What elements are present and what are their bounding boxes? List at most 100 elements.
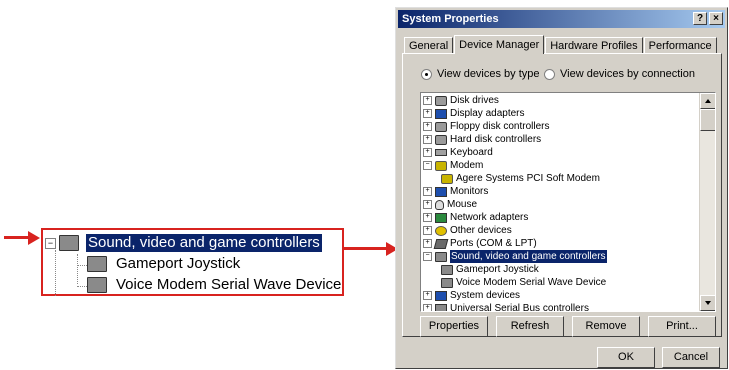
device-tree-item[interactable]: − Modem: [423, 159, 699, 172]
sound-device-icon: [441, 277, 453, 288]
device-tree-item-label: Gameport Joystick: [456, 264, 539, 275]
callout-item-gameport-joystick[interactable]: Gameport Joystick: [87, 255, 242, 273]
device-tree-item[interactable]: + Network adapters: [423, 211, 699, 224]
expand-icon[interactable]: +: [423, 291, 432, 300]
device-tree-item[interactable]: Voice Modem Serial Wave Device: [423, 276, 699, 289]
device-tree-item-label: Disk drives: [450, 95, 499, 106]
device-tree-item-label: System devices: [450, 290, 521, 301]
device-tree-item[interactable]: Agere Systems PCI Soft Modem: [423, 172, 699, 185]
device-tree-item-label: Sound, video and game controllers: [450, 250, 607, 263]
device-tree-item[interactable]: + Floppy disk controllers: [423, 120, 699, 133]
device-tree-item[interactable]: + Monitors: [423, 185, 699, 198]
view-by-type-option[interactable]: View devices by type: [421, 68, 540, 80]
print-button[interactable]: Print...: [648, 316, 716, 337]
collapse-icon[interactable]: −: [45, 237, 56, 249]
zoom-callout: − Sound, video and game controllers Game…: [41, 228, 344, 296]
device-tree-item-label: Mouse: [447, 199, 478, 210]
callout-item-label: Sound, video and game controllers: [85, 233, 323, 253]
network-icon: [435, 212, 447, 223]
view-by-connection-label: View devices by connection: [560, 68, 695, 80]
device-tree-item[interactable]: + Display adapters: [423, 107, 699, 120]
device-tree-item[interactable]: + Ports (COM & LPT): [423, 237, 699, 250]
callout-item-label: Gameport Joystick: [116, 255, 241, 272]
device-tree-item-label: Modem: [450, 160, 484, 171]
expand-icon[interactable]: +: [423, 239, 432, 248]
port-icon: [433, 238, 449, 249]
expand-icon[interactable]: +: [423, 213, 432, 222]
tab-performance[interactable]: Performance: [643, 37, 717, 53]
tab-general[interactable]: General: [404, 37, 454, 53]
device-tree-item[interactable]: + Keyboard: [423, 146, 699, 159]
device-tree-item[interactable]: + System devices: [423, 289, 699, 302]
expand-icon[interactable]: +: [423, 135, 432, 144]
device-tree-item-label: Keyboard: [450, 147, 493, 158]
monitor-icon: [435, 186, 447, 197]
mouse-icon: [435, 199, 444, 210]
vertical-scrollbar[interactable]: [699, 93, 715, 311]
expand-icon[interactable]: +: [423, 187, 432, 196]
device-tree-item-label: Voice Modem Serial Wave Device: [456, 277, 607, 288]
device-tree-item[interactable]: + Other devices: [423, 224, 699, 237]
expand-icon[interactable]: +: [423, 122, 432, 131]
device-tree-item-label: Universal Serial Bus controllers: [450, 303, 589, 312]
device-tree-item[interactable]: Gameport Joystick: [423, 263, 699, 276]
view-by-connection-option[interactable]: View devices by connection: [544, 68, 695, 80]
collapse-icon[interactable]: −: [423, 161, 432, 170]
sound-device-icon: [435, 251, 447, 262]
expand-icon[interactable]: +: [423, 148, 432, 157]
remove-button[interactable]: Remove: [572, 316, 640, 337]
refresh-button[interactable]: Refresh: [496, 316, 564, 337]
expand-icon[interactable]: +: [423, 304, 432, 311]
tab-strip: General Device Manager Hardware Profiles…: [404, 35, 718, 54]
usb-icon: [435, 303, 447, 311]
device-tree-item[interactable]: − Sound, video and game controllers: [423, 250, 699, 263]
properties-button[interactable]: Properties: [420, 316, 488, 337]
expand-icon[interactable]: +: [423, 226, 432, 235]
device-tree-item-label: Hard disk controllers: [450, 134, 542, 145]
device-tree-item[interactable]: + Mouse: [423, 198, 699, 211]
keyboard-icon: [435, 149, 447, 156]
help-button[interactable]: ?: [693, 12, 707, 25]
collapse-icon[interactable]: −: [423, 252, 432, 261]
device-tree-item-label: Ports (COM & LPT): [450, 238, 537, 249]
radio-selected-icon[interactable]: [421, 68, 432, 80]
modem-icon: [435, 160, 447, 171]
ok-button[interactable]: OK: [597, 347, 655, 368]
radio-unselected-icon[interactable]: [544, 68, 555, 80]
monitor-icon: [435, 108, 447, 119]
tab-device-manager[interactable]: Device Manager: [454, 35, 545, 54]
callout-item-label: Voice Modem Serial Wave Device: [116, 276, 342, 293]
question-icon: [435, 225, 447, 236]
scroll-down-button[interactable]: [700, 295, 715, 311]
computer-icon: [435, 290, 447, 301]
device-tree-item-label: Monitors: [450, 186, 489, 197]
title-bar: System Properties ? ×: [398, 10, 725, 28]
system-properties-dialog: System Properties ? × General Device Man…: [395, 7, 728, 369]
cancel-button[interactable]: Cancel: [662, 347, 720, 368]
close-button[interactable]: ×: [709, 12, 723, 25]
scroll-thumb[interactable]: [700, 109, 715, 131]
device-manager-panel: View devices by type View devices by con…: [402, 53, 722, 337]
expand-icon[interactable]: +: [423, 109, 432, 118]
sound-device-icon: [87, 277, 107, 293]
callout-item-sound-controllers[interactable]: − Sound, video and game controllers: [45, 233, 323, 253]
sound-device-icon: [441, 264, 453, 275]
expand-icon[interactable]: +: [423, 200, 432, 209]
device-tree-item[interactable]: + Disk drives: [423, 94, 699, 107]
device-tree-item-label: Other devices: [450, 225, 512, 236]
dialog-title: System Properties: [402, 13, 499, 25]
disk-icon: [435, 121, 447, 132]
device-tree-item[interactable]: + Hard disk controllers: [423, 133, 699, 146]
device-tree-item-label: Display adapters: [450, 108, 525, 119]
device-tree[interactable]: + Disk drives + Display adapters + Floppy dis…: [420, 92, 716, 312]
callout-item-voice-modem-wave[interactable]: Voice Modem Serial Wave Device: [87, 276, 343, 294]
sound-device-icon: [59, 235, 79, 251]
scroll-up-button[interactable]: [700, 93, 715, 109]
device-tree-item-label: Agere Systems PCI Soft Modem: [456, 173, 600, 184]
disk-icon: [435, 95, 447, 106]
tab-hardware-profiles[interactable]: Hardware Profiles: [545, 37, 643, 53]
expand-icon[interactable]: +: [423, 96, 432, 105]
sound-device-icon: [87, 256, 107, 272]
device-tree-item[interactable]: + Universal Serial Bus controllers: [423, 302, 699, 312]
disk-icon: [435, 134, 447, 145]
